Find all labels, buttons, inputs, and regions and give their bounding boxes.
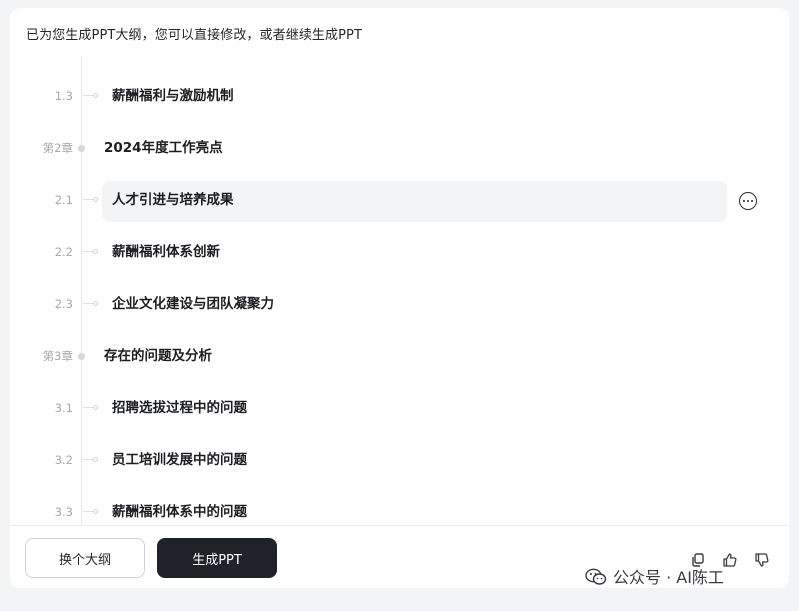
section-number: 2.3 (54, 297, 73, 311)
outline-section-row[interactable]: 2.3 企业文化建设与团队凝聚力 (10, 282, 789, 326)
section-number: 3.2 (54, 453, 73, 467)
chapter-dot (78, 145, 85, 152)
section-title[interactable]: 企业文化建设与团队凝聚力 (112, 282, 274, 326)
watermark-text: 公众号 · AI陈工 (613, 568, 724, 587)
wechat-icon (585, 568, 607, 585)
more-dot (746, 199, 749, 202)
thumbs-up-icon[interactable] (722, 552, 738, 568)
outline-section-row[interactable]: 1.3 薪酬福利与激励机制 (10, 74, 789, 118)
node-dot (93, 197, 98, 202)
outline-list: 1.3 薪酬福利与激励机制第2章 2024年度工作亮点 2.1 人才引进与培养成果 2.2… (10, 56, 789, 524)
more-dot (750, 199, 753, 202)
chapter-title[interactable]: 存在的问题及分析 (104, 334, 212, 378)
section-title[interactable]: 薪酬福利体系创新 (112, 230, 220, 274)
node-dot (93, 301, 98, 306)
section-title[interactable]: 薪酬福利与激励机制 (112, 74, 234, 118)
outline-chapter-row[interactable]: 第3章 存在的问题及分析 (10, 334, 789, 378)
chapter-number: 第3章 (42, 349, 73, 363)
node-dot (93, 405, 98, 410)
chapter-dot (78, 353, 85, 360)
node-dot (93, 457, 98, 462)
section-title[interactable]: 人才引进与培养成果 (112, 178, 234, 222)
section-number: 3.3 (54, 505, 73, 519)
watermark: 公众号 · AI陈工 (585, 566, 724, 590)
node-dot (93, 509, 98, 514)
outline-section-row[interactable]: 3.1 招聘选拔过程中的问题 (10, 386, 789, 430)
node-dot (93, 249, 98, 254)
outline-chapter-row[interactable]: 第2章 2024年度工作亮点 (10, 126, 789, 170)
intro-message: 已为您生成PPT大纲，您可以直接修改，或者继续生成PPT (26, 28, 363, 43)
outline-section-row[interactable]: 3.2 员工培训发展中的问题 (10, 438, 789, 482)
outline-section-row[interactable]: 2.1 人才引进与培养成果 (10, 178, 789, 222)
section-title[interactable]: 员工培训发展中的问题 (112, 438, 247, 482)
section-number: 1.3 (54, 89, 73, 103)
more-dot (742, 199, 745, 202)
section-number: 3.1 (54, 401, 73, 415)
node-dot (93, 93, 98, 98)
outline-section-row[interactable]: 3.3 薪酬福利体系中的问题 (10, 490, 789, 524)
chapter-number: 第2章 (42, 141, 73, 155)
chapter-title[interactable]: 2024年度工作亮点 (104, 126, 223, 170)
thumbs-down-icon[interactable] (754, 552, 770, 568)
section-title[interactable]: 薪酬福利体系中的问题 (112, 490, 247, 524)
more-icon[interactable] (739, 192, 757, 210)
section-number: 2.2 (54, 245, 73, 259)
generate-ppt-button[interactable]: 生成PPT (157, 538, 277, 578)
outline-section-row[interactable]: 2.2 薪酬福利体系创新 (10, 230, 789, 274)
section-title[interactable]: 招聘选拔过程中的问题 (112, 386, 247, 430)
change-outline-button[interactable]: 换个大纲 (25, 538, 145, 578)
section-number: 2.1 (54, 193, 73, 207)
ppt-outline-card: 已为您生成PPT大纲，您可以直接修改，或者继续生成PPT 1.3 薪酬福利与激励机… (10, 8, 789, 588)
